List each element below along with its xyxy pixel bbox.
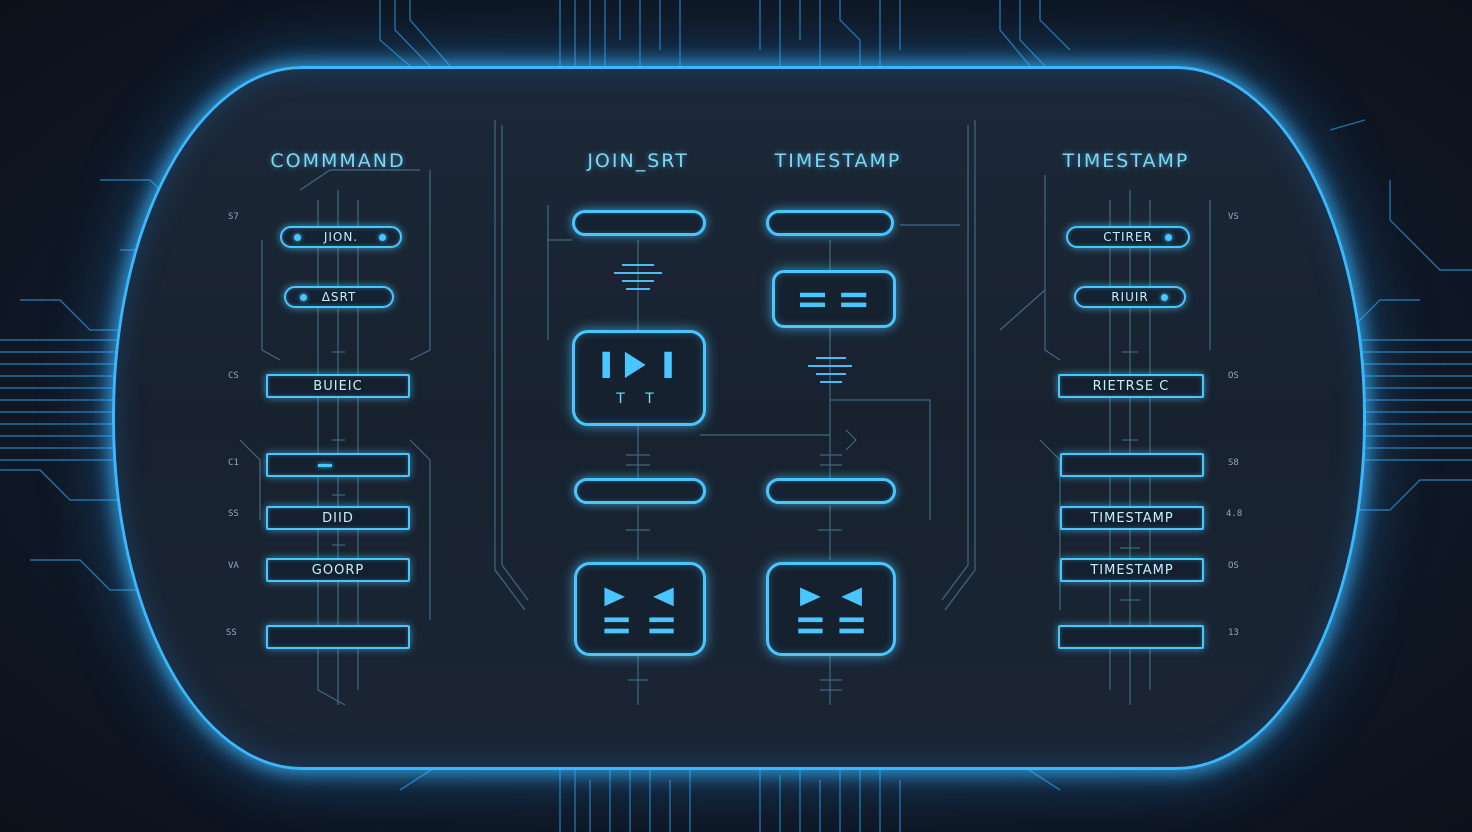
side-number: OS [1228, 371, 1239, 381]
header-timestamp-1: TIMESTAMP [774, 150, 902, 172]
timer-pill[interactable]: CTIRER [1066, 226, 1190, 248]
side-number: 13 [1228, 628, 1239, 638]
timestamp-top-pill[interactable] [766, 210, 894, 236]
timer-pill-label: CTIRER [1103, 230, 1153, 244]
fast-forward-rewind-icon [604, 587, 674, 634]
left-button-3[interactable]: DIID [266, 506, 410, 530]
right-button-5[interactable] [1058, 625, 1204, 649]
join-pill[interactable]: JION. [280, 226, 402, 248]
side-number: VA [228, 561, 239, 571]
play-tile-label: T T [616, 391, 662, 407]
side-number: CS [228, 371, 239, 381]
right-button-3[interactable]: TIMESTAMP [1060, 506, 1204, 530]
srt-pill-label: ΔSRT [321, 290, 357, 304]
timestamp-mid-pill[interactable] [766, 478, 896, 504]
dot-icon [1161, 293, 1168, 301]
equals-icon [799, 292, 867, 308]
left-button-4[interactable]: GOORP [266, 558, 410, 582]
rewind-tile-right[interactable] [766, 562, 896, 656]
side-number: 4.8 [1226, 509, 1243, 519]
srt-pill[interactable]: ΔSRT [284, 286, 394, 308]
side-number: SS [228, 509, 239, 519]
side-number: VS [1228, 212, 1239, 222]
header-timestamp-2: TIMESTAMP [1062, 150, 1190, 172]
left-button-2[interactable] [266, 453, 410, 477]
left-button-5[interactable] [266, 625, 410, 649]
join-srt-top-pill[interactable] [572, 210, 706, 236]
header-command: COMMMAND [270, 150, 406, 172]
dot-icon [1165, 233, 1172, 241]
cursor-icon [318, 463, 332, 467]
fast-forward-rewind-icon [798, 587, 864, 634]
side-number: S8 [1228, 458, 1239, 468]
dot-icon [294, 233, 301, 241]
header-join-srt: JOIN_SRT [587, 150, 689, 172]
equals-tile[interactable] [772, 270, 896, 328]
side-number: SS [226, 628, 237, 638]
rewind-tile-left[interactable] [574, 562, 706, 656]
side-number: S7 [228, 212, 239, 222]
dot-icon [300, 293, 307, 301]
dot-icon [379, 233, 386, 241]
left-button-1[interactable]: BUIEIC [266, 374, 410, 398]
join-pill-label: JION. [323, 230, 359, 244]
play-tile[interactable]: T T [572, 330, 706, 426]
right-button-4[interactable]: TIMESTAMP [1060, 558, 1204, 582]
join-srt-mid-pill[interactable] [574, 478, 706, 504]
right-button-2[interactable] [1060, 453, 1204, 477]
side-number: OS [1228, 561, 1239, 571]
play-pause-icon [602, 351, 672, 378]
run-pill[interactable]: RIUIR [1074, 286, 1186, 308]
right-button-1[interactable]: RIETRSE C [1058, 374, 1204, 398]
run-pill-label: RIUIR [1111, 290, 1149, 304]
side-number: C1 [228, 458, 239, 468]
